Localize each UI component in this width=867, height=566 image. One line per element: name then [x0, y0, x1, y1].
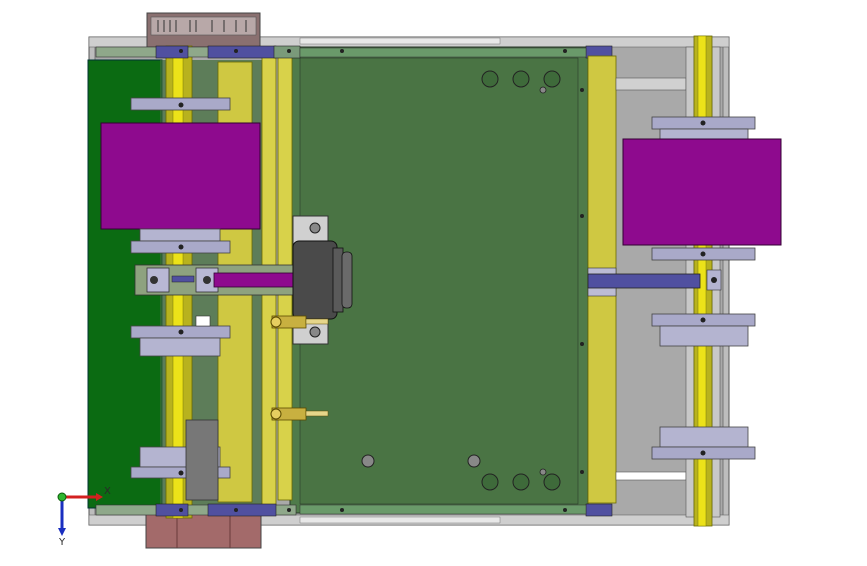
triad-x-label: X [104, 486, 111, 497]
left-coupling-bracket [134, 264, 295, 296]
assembly-drawing[interactable]: X Y [0, 0, 867, 562]
top-connector-block [146, 12, 261, 48]
cad-viewport[interactable]: X Y [0, 0, 867, 562]
triad-y-label: Y [58, 537, 66, 548]
triad-z-axis [57, 492, 67, 502]
